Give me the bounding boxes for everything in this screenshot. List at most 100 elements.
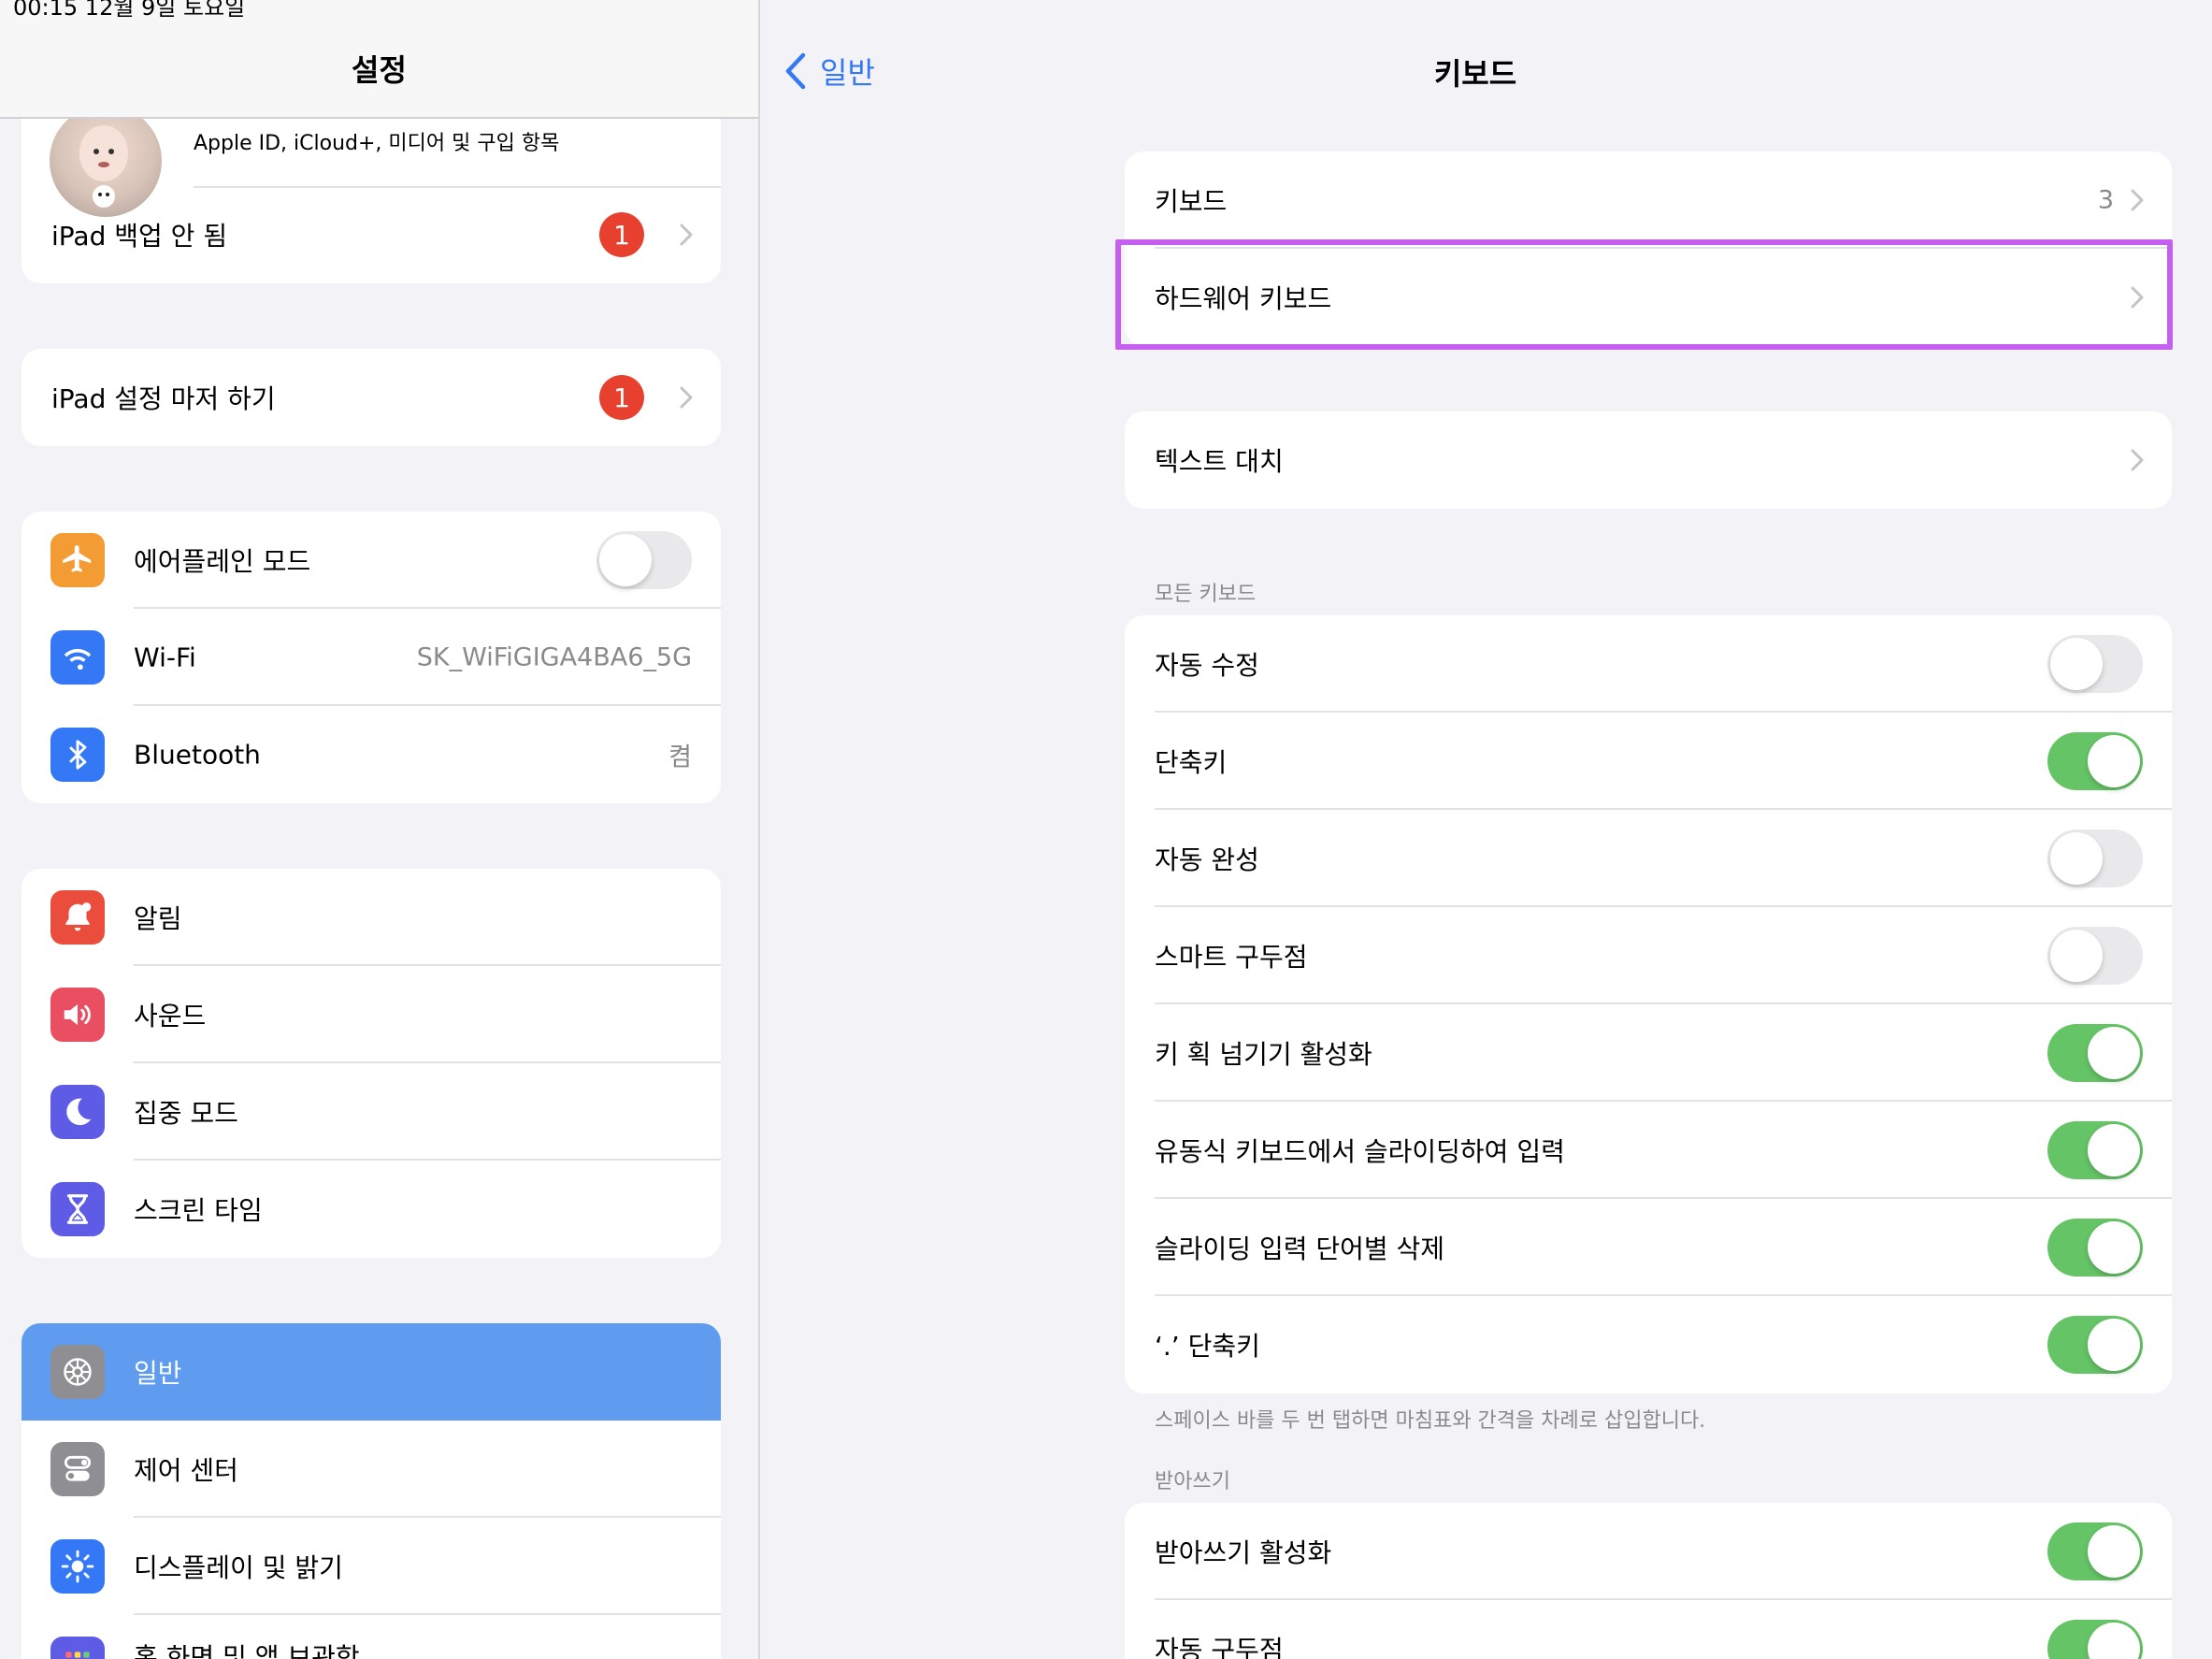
toggle-knob [2088,1124,2140,1176]
sidebar-item-label: Bluetooth [134,739,261,771]
separator [194,186,721,188]
sidebar-item-home-screen[interactable]: 홈 화면 및 앱 보관함 [22,1615,721,1659]
hourglass-icon [50,1182,105,1236]
delete-slide-word-toggle[interactable] [2047,1219,2143,1277]
keyboards-count: 3 [2097,185,2114,215]
row-label: 텍스트 대치 [1155,446,1284,477]
toggle-knob [2088,1525,2140,1578]
wifi-network-name: SK_WiFiGIGA4BA6_5G [416,642,692,672]
period-shortcut-toggle[interactable] [2047,1316,2143,1374]
sidebar-item-screen-time[interactable]: 스크린 타임 [22,1161,721,1258]
sidebar-item-notifications[interactable]: 알림 [22,869,721,966]
period-shortcut-footnote: 스페이스 바를 두 번 탭하면 마침표와 간격을 차례로 삽입합니다. [1155,1409,1706,1433]
sidebar-item-label: 일반 [134,1358,182,1389]
auto-punctuation-row: 자동 구두점 [1125,1600,2172,1659]
key-flicks-toggle[interactable] [2047,1024,2143,1082]
toggle-knob [2088,735,2140,787]
finish-setup-card: iPad 설정 마저 하기 1 [22,349,721,446]
row-label: 받아쓰기 활성화 [1155,1537,1332,1568]
enable-dictation-row: 받아쓰기 활성화 [1125,1503,2172,1600]
profile-subtitle: Apple ID, iCloud+, 미디어 및 구입 항목 [194,132,560,155]
text-replacement-row[interactable]: 텍스트 대치 [1125,411,2172,509]
row-label: 스마트 구두점 [1155,942,1308,973]
smart-punctuation-toggle[interactable] [2047,927,2143,985]
auto-punctuation-toggle[interactable] [2047,1620,2143,1659]
backup-label: iPad 백업 안 됨 [51,221,228,252]
wifi-icon [50,630,105,685]
chevron-right-icon [2131,449,2144,471]
predictive-toggle[interactable] [2047,830,2143,887]
speaker-icon [50,988,105,1042]
toggle-knob [599,534,652,586]
slide-to-type-toggle[interactable] [2047,1121,2143,1179]
sun-icon [50,1539,105,1594]
notification-badge: 1 [599,375,644,420]
finish-setup-row[interactable]: iPad 설정 마저 하기 1 [22,349,721,446]
toggle-knob [2088,1623,2140,1659]
sidebar-item-control-center[interactable]: 제어 센터 [22,1421,721,1518]
highlight-box [1115,239,2173,350]
auto-correction-toggle[interactable] [2047,635,2143,693]
sidebar-item-label: 에어플레인 모드 [134,546,311,577]
toggle-knob [2050,638,2103,690]
page-title: 키보드 [1433,56,1517,92]
sidebar-item-label: 스크린 타임 [134,1195,263,1226]
sidebar-item-label: 사운드 [134,1001,207,1031]
sidebar-item-label: 집중 모드 [134,1098,238,1129]
switches-icon [50,1442,105,1496]
sidebar-item-airplane-mode[interactable]: 에어플레인 모드 [22,512,721,609]
general-group: 일반 제어 센터 디스플레이 및 밝기 홈 화면 및 앱 보관함 [22,1323,721,1659]
settings-sidebar: Apple ID, iCloud+, 미디어 및 구입 항목 iPad 백업 안… [0,0,758,1659]
sidebar-item-wifi[interactable]: Wi-Fi SK_WiFiGIGA4BA6_5G [22,609,721,706]
sidebar-item-general[interactable]: 일반 [22,1323,721,1421]
row-label: 자동 구두점 [1155,1635,1284,1659]
toggle-knob [2088,1221,2140,1274]
dictation-group: 받아쓰기 활성화 자동 구두점 [1125,1503,2172,1659]
toggle-knob [2088,1319,2140,1371]
chevron-right-icon [680,386,693,409]
moon-icon [50,1085,105,1139]
chevron-right-icon [680,224,693,246]
sidebar-item-label: 알림 [134,903,182,934]
smart-punctuation-row: 스마트 구두점 [1125,907,2172,1004]
chevron-right-icon [2131,189,2144,211]
toggle-knob [2088,1027,2140,1079]
finish-setup-label: iPad 설정 마저 하기 [51,383,276,414]
connectivity-group: 에어플레인 모드 Wi-Fi SK_WiFiGIGA4BA6_5G Blueto… [22,512,721,803]
bluetooth-status: 켬 [668,743,692,772]
sidebar-item-label: 디스플레이 및 밝기 [134,1552,343,1583]
sidebar-item-display[interactable]: 디스플레이 및 밝기 [22,1518,721,1615]
row-label: 자동 완성 [1155,844,1259,875]
keyboards-row[interactable]: 키보드 3 [1125,151,2172,249]
enable-dictation-toggle[interactable] [2047,1522,2143,1580]
shortcuts-toggle[interactable] [2047,732,2143,790]
backup-row[interactable]: iPad 백업 안 됨 1 [22,186,721,283]
bell-icon [50,890,105,945]
gear-icon [50,1345,105,1399]
sidebar-item-focus[interactable]: 집중 모드 [22,1063,721,1161]
row-label: 키 획 넘기기 활성화 [1155,1039,1372,1070]
sidebar-item-bluetooth[interactable]: Bluetooth 켬 [22,706,721,803]
row-label: 단축키 [1155,747,1228,778]
keyboard-settings-pane: 일반 키보드 키보드 3 하드웨어 키보드 텍스트 대치 모든 키보드 자동 수… [760,0,2212,1659]
notifications-group: 알림 사운드 집중 모드 스크린 타임 [22,869,721,1258]
app-grid-icon [50,1637,105,1659]
period-shortcut-row: ‘.’ 단축키 [1125,1296,2172,1393]
page-title: 설정 [352,52,407,88]
text-replacement-group: 텍스트 대치 [1125,411,2172,509]
section-header-dictation: 받아쓰기 [1155,1470,1230,1493]
sidebar-item-sounds[interactable]: 사운드 [22,966,721,1063]
slide-to-type-row: 유동식 키보드에서 슬라이딩하여 입력 [1125,1102,2172,1199]
toggle-knob [2050,930,2103,982]
sidebar-header: 00:15 12월 9일 토요일 설정 [0,0,758,119]
toggle-knob [2050,832,2103,885]
bluetooth-icon [50,728,105,782]
sidebar-item-label: 제어 센터 [134,1455,238,1486]
row-label: ‘.’ 단축키 [1155,1331,1260,1362]
row-label: 슬라이딩 입력 단어별 삭제 [1155,1233,1445,1264]
auto-correction-row: 자동 수정 [1125,615,2172,713]
all-keyboards-group: 자동 수정 단축키 자동 완성 스마트 구두점 키 획 넘기기 활성화 유동식 … [1125,615,2172,1393]
airplane-mode-toggle[interactable] [596,531,692,589]
sidebar-item-label: 홈 화면 및 앱 보관함 [134,1642,360,1659]
section-header-all-keyboards: 모든 키보드 [1155,583,1257,606]
